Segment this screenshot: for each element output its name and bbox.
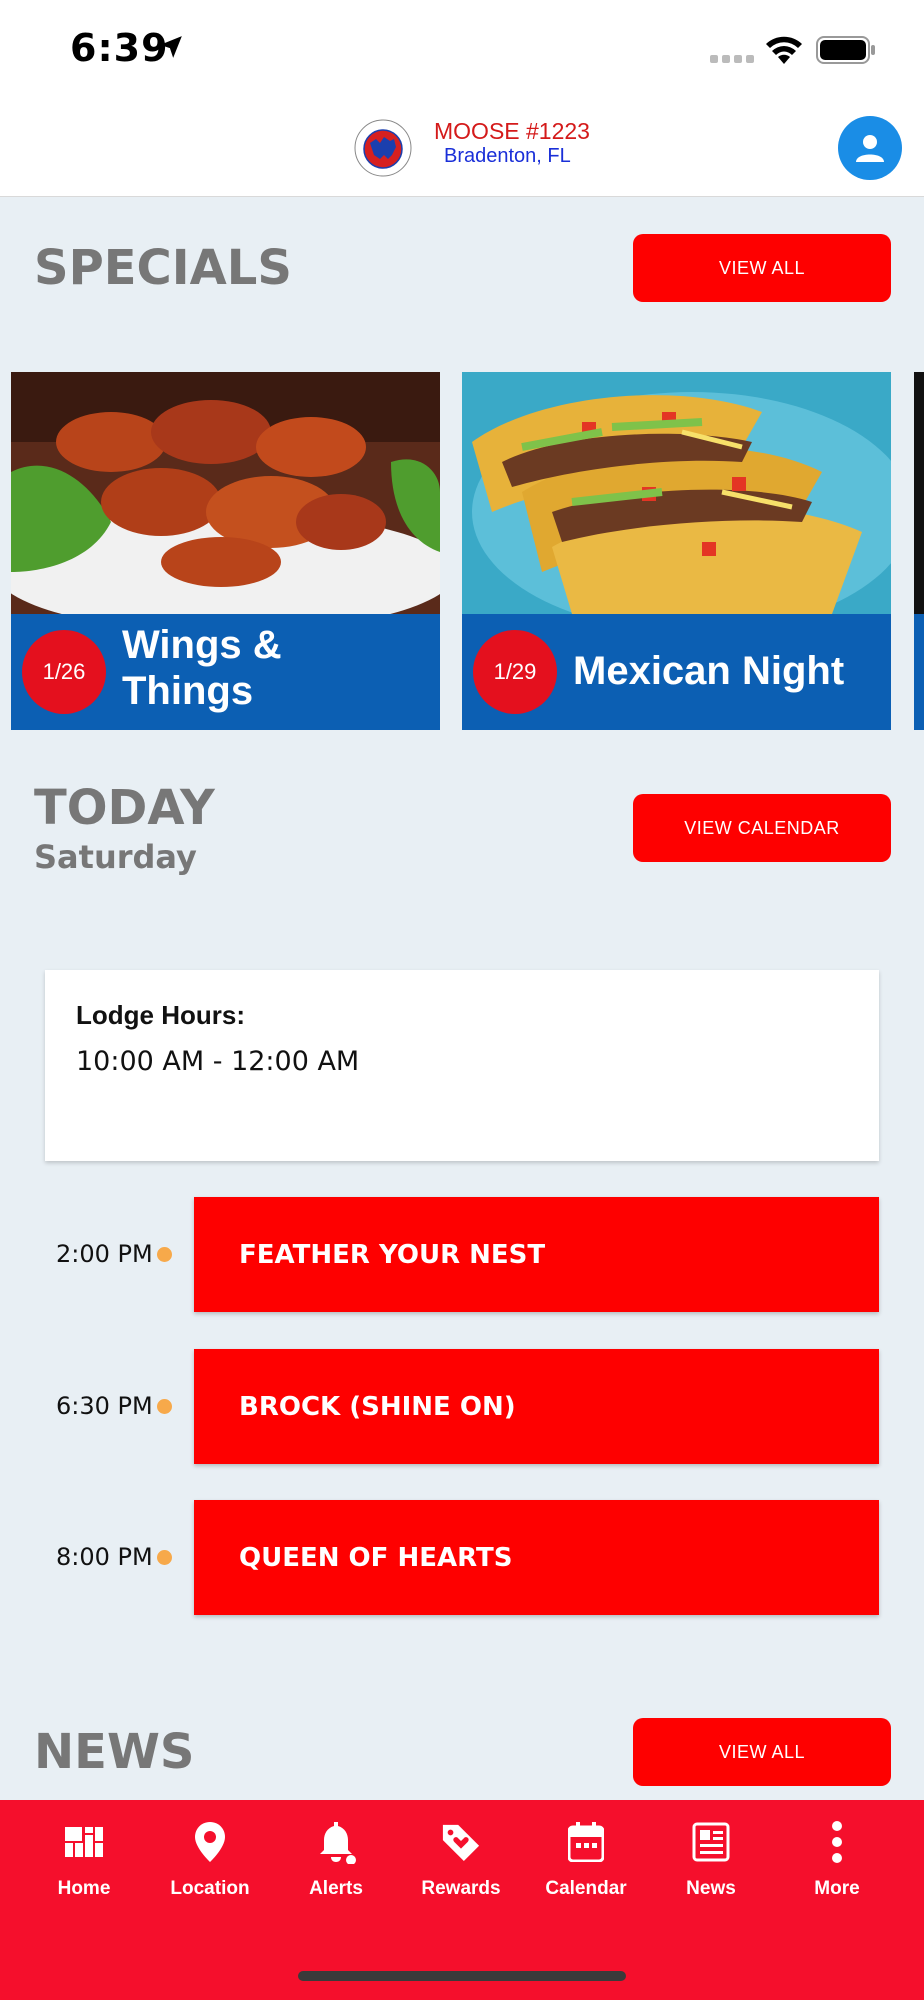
user-icon [856,135,884,162]
special-date-badge: 1/26 [22,630,106,714]
tab-news[interactable]: News [651,1820,771,1920]
event-item[interactable]: QUEEN OF HEARTS [194,1500,879,1615]
wings-photo [11,372,440,614]
brand-subtitle: Bradenton, FL [444,145,571,167]
special-card-wings[interactable]: 1/26 Wings & Things [11,372,440,730]
tab-location[interactable]: Location [150,1820,270,1920]
tab-label: More [814,1878,860,1899]
wifi-icon [766,36,802,64]
lodge-hours-value: 10:00 AM - 12:00 AM [76,1046,360,1077]
tab-alerts[interactable]: Alerts [276,1820,396,1920]
event-title: BROCK (SHINE ON) [239,1391,516,1422]
tab-calendar[interactable]: Calendar [526,1820,646,1920]
special-card-footer: 1/26 Wings & Things [11,614,440,730]
specials-view-all-button[interactable]: VIEW ALL [633,234,891,302]
today-day: Saturday [34,838,197,876]
tab-label: Calendar [545,1878,627,1899]
event-item[interactable]: FEATHER YOUR NEST [194,1197,879,1312]
special-card-peek-image [914,372,924,614]
special-card-mexican-night[interactable]: 1/29 Mexican Night [462,372,891,730]
special-card-footer: 1/29 Mexican Night [462,614,891,730]
timeline-dot [157,1550,172,1565]
home-grid-icon [64,1820,104,1864]
lodge-hours-card: Lodge Hours: 10:00 AM - 12:00 AM [45,970,879,1161]
tab-label: News [686,1878,736,1899]
bell-icon [316,1820,356,1864]
view-calendar-button[interactable]: VIEW CALENDAR [633,794,891,862]
special-title: Mexican Night [573,649,845,693]
tab-label: Home [57,1878,111,1899]
status-bar: 6:39 [0,0,924,100]
lodge-hours-label: Lodge Hours: [76,1000,245,1030]
news-title: NEWS [34,1724,195,1780]
battery-icon [816,36,875,64]
event-title: FEATHER YOUR NEST [239,1239,546,1270]
tag-heart-icon [441,1820,481,1864]
cellular-signal-icon [710,55,754,63]
home-indicator[interactable] [298,1971,626,1981]
brand-title: MOOSE #1223 [434,118,590,144]
location-pin-icon [190,1820,230,1864]
event-title: QUEEN OF HEARTS [239,1542,513,1573]
event-item[interactable]: BROCK (SHINE ON) [194,1349,879,1464]
special-date-badge: 1/29 [473,630,557,714]
tab-label: Rewards [421,1878,501,1899]
tab-rewards[interactable]: Rewards [401,1820,521,1920]
app-header: MOOSE #1223 Bradenton, FL [0,100,924,197]
tacos-photo [462,372,891,614]
timeline-dot [157,1399,172,1414]
news-view-all-button[interactable]: VIEW ALL [633,1718,891,1786]
tab-label: Alerts [309,1878,363,1899]
today-title: TODAY [34,780,215,836]
event-time: 6:30 PM [56,1392,153,1420]
event-time: 8:00 PM [56,1543,153,1571]
location-arrow-icon [160,36,182,58]
special-title-line1: Wings & [122,623,282,667]
more-vertical-icon [817,1820,857,1864]
bottom-tab-bar: Home Location Alerts Rewards Calendar Ne… [0,1800,924,2000]
tab-label: Location [170,1878,250,1899]
calendar-icon [566,1820,606,1864]
specials-title: SPECIALS [34,240,292,296]
timeline-dot [157,1247,172,1262]
tab-more[interactable]: More [777,1820,897,1920]
special-title-line2: Things [122,669,254,713]
tab-home[interactable]: Home [24,1820,144,1920]
status-time: 6:39 [70,26,169,70]
profile-button[interactable] [838,116,902,180]
newspaper-icon [691,1820,731,1864]
event-time: 2:00 PM [56,1240,153,1268]
moose-lodge-logo [354,119,412,177]
